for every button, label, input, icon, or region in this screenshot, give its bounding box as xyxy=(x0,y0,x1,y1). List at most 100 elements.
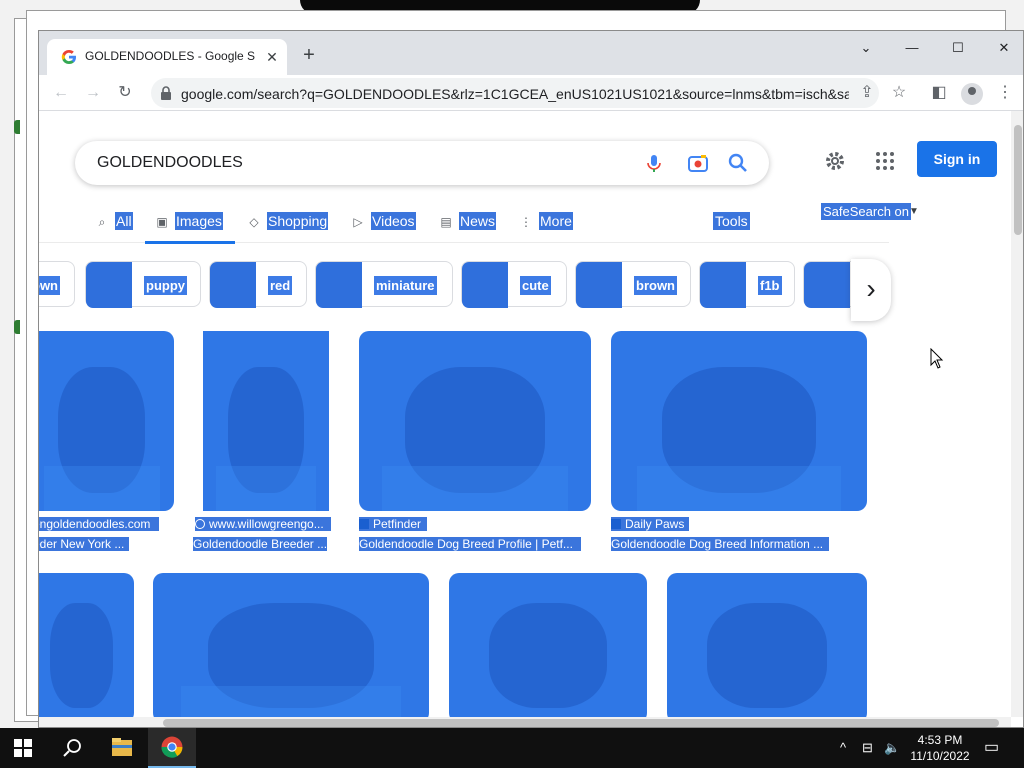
forward-icon[interactable]: → xyxy=(83,83,103,103)
new-tab-button[interactable]: + xyxy=(299,45,319,65)
scrollbar-thumb[interactable] xyxy=(1014,125,1022,235)
tab-label: News xyxy=(459,212,497,230)
result-source[interactable]: Daily Paws xyxy=(611,517,689,531)
profile-avatar[interactable] xyxy=(961,83,983,105)
side-panel-icon[interactable]: ◧ xyxy=(929,83,949,103)
network-icon[interactable]: ⊟ xyxy=(862,740,873,756)
gear-icon[interactable] xyxy=(823,149,847,173)
chip-thumbnail xyxy=(86,262,132,308)
tab-videos[interactable]: ▷ Videos xyxy=(351,212,416,235)
tab-close-icon[interactable]: ✕ xyxy=(263,48,281,66)
chip-label: brown xyxy=(634,276,677,295)
result-source[interactable]: engoldendoodles.com xyxy=(39,517,159,531)
volume-icon[interactable]: 🔈 xyxy=(884,740,900,756)
lock-icon[interactable] xyxy=(159,85,173,101)
tab-title: GOLDENDOODLES - Google Sea xyxy=(85,49,255,63)
system-clock[interactable]: 4:53 PM 11/10/2022 xyxy=(900,732,980,764)
chip-label: miniature xyxy=(374,276,437,295)
image-result-thumbnail[interactable] xyxy=(611,331,867,511)
image-result-thumbnail[interactable] xyxy=(667,573,867,717)
url-text: google.com/search?q=GOLDENDOODLES&rlz=1C… xyxy=(181,86,849,102)
result-title[interactable]: Goldendoodle Dog Breed Profile | Petf... xyxy=(359,537,581,551)
result-title[interactable]: Goldendoodle Dog Breed Information ... xyxy=(611,537,829,551)
chip[interactable]: own xyxy=(39,261,75,307)
image-result-thumbnail[interactable] xyxy=(449,573,647,717)
tab-shopping[interactable]: ◇ Shopping xyxy=(247,212,329,235)
microphone-icon[interactable] xyxy=(643,152,665,174)
maximize-button[interactable]: ☐ xyxy=(943,37,973,59)
image-result-thumbnail[interactable] xyxy=(39,573,134,717)
chip-thumbnail xyxy=(462,262,508,308)
close-window-button[interactable]: ✕ xyxy=(989,37,1019,59)
chrome-menu-icon[interactable]: ⋮ xyxy=(995,83,1015,103)
safesearch-toggle[interactable]: SafeSearch on xyxy=(821,203,912,220)
search-icon: ⌕ xyxy=(98,215,106,229)
search-box[interactable]: GOLDENDOODLES xyxy=(75,141,769,185)
search-query[interactable]: GOLDENDOODLES xyxy=(97,154,243,172)
search-filter-tabs: ⌕ All ▣ Images ◇ Shopping ▷ Videos ▤ News ⋮ Mo… xyxy=(39,207,889,243)
image-content xyxy=(382,466,568,511)
chip[interactable]: red xyxy=(209,261,307,308)
tools-button[interactable]: Tools xyxy=(713,212,750,230)
search-icon[interactable] xyxy=(727,152,749,174)
chip-thumbnail xyxy=(316,262,362,308)
tab-label: All xyxy=(115,212,133,230)
image-result-thumbnail[interactable] xyxy=(203,331,329,511)
result-source-text: www.willowgreengo... xyxy=(209,517,324,531)
mouse-cursor-icon xyxy=(930,348,944,369)
chip[interactable]: miniature xyxy=(315,261,453,308)
chrome-taskbar-icon[interactable] xyxy=(148,728,196,768)
file-explorer-icon[interactable] xyxy=(98,728,146,768)
horizontal-scrollbar[interactable] xyxy=(39,717,1011,727)
result-source[interactable]: www.willowgreengo... xyxy=(195,517,331,531)
chevron-up-icon[interactable]: ^ xyxy=(840,740,846,755)
sign-in-button[interactable]: Sign in xyxy=(917,141,997,177)
notifications-icon[interactable]: ▭ xyxy=(984,737,999,757)
address-bar[interactable]: google.com/search?q=GOLDENDOODLES&rlz=1C… xyxy=(151,78,879,108)
chip[interactable]: cute xyxy=(461,261,567,308)
tab-label: Videos xyxy=(371,212,416,230)
image-result-thumbnail[interactable] xyxy=(359,331,591,511)
chip[interactable]: puppy xyxy=(85,261,201,308)
chip[interactable]: brown xyxy=(575,261,691,308)
tab-label: More xyxy=(539,212,573,230)
apps-grid-icon[interactable] xyxy=(875,151,895,171)
clock-date: 11/10/2022 xyxy=(910,749,970,763)
tab-label: Images xyxy=(175,212,223,230)
bookmark-star-icon[interactable]: ☆ xyxy=(889,83,909,103)
result-title[interactable]: eder New York ... xyxy=(39,537,129,551)
chip[interactable]: f1b xyxy=(699,261,795,308)
chip-thumbnail xyxy=(804,262,850,308)
tab-search-icon[interactable]: ⌄ xyxy=(851,37,881,59)
caret-down-icon[interactable]: ▼ xyxy=(909,206,919,217)
browser-tab[interactable]: GOLDENDOODLES - Google Sea ✕ xyxy=(47,39,287,75)
tab-all[interactable]: ⌕ All xyxy=(95,212,133,235)
reload-icon[interactable]: ↻ xyxy=(115,83,135,103)
google-images-page: GOLDENDOODLES Sign in ⌕ All ▣ Images ◇ S… xyxy=(39,111,1011,717)
share-icon[interactable]: ⇪ xyxy=(857,83,877,103)
back-icon[interactable]: ← xyxy=(51,83,71,103)
image-result-thumbnail[interactable] xyxy=(153,573,429,717)
minimize-button[interactable]: — xyxy=(897,37,927,59)
chevron-right-icon[interactable]: › xyxy=(851,259,891,321)
scrollbar-thumb[interactable] xyxy=(163,719,999,727)
tab-more[interactable]: ⋮ More xyxy=(519,212,573,235)
browser-toolbar: ← → ↻ google.com/search?q=GOLDENDOODLES&… xyxy=(39,75,1023,111)
result-title[interactable]: Goldendoodle Breeder ... xyxy=(193,537,327,551)
site-favicon-icon xyxy=(359,519,369,529)
tab-images[interactable]: ▣ Images xyxy=(155,212,223,235)
taskbar-search-icon[interactable] xyxy=(48,728,96,768)
vertical-scrollbar[interactable] xyxy=(1011,111,1023,717)
image-content xyxy=(215,466,317,511)
tab-news[interactable]: ▤ News xyxy=(439,212,497,235)
chip-thumbnail xyxy=(576,262,622,308)
tab-label: Shopping xyxy=(267,212,329,230)
image-result-thumbnail[interactable] xyxy=(39,331,174,511)
windows-start-icon[interactable] xyxy=(14,739,32,757)
image-content xyxy=(43,466,160,511)
image-content xyxy=(50,603,113,708)
image-content xyxy=(707,603,827,708)
image-content xyxy=(180,685,402,717)
camera-lens-icon[interactable] xyxy=(687,152,709,174)
result-source[interactable]: Petfinder xyxy=(359,517,427,531)
